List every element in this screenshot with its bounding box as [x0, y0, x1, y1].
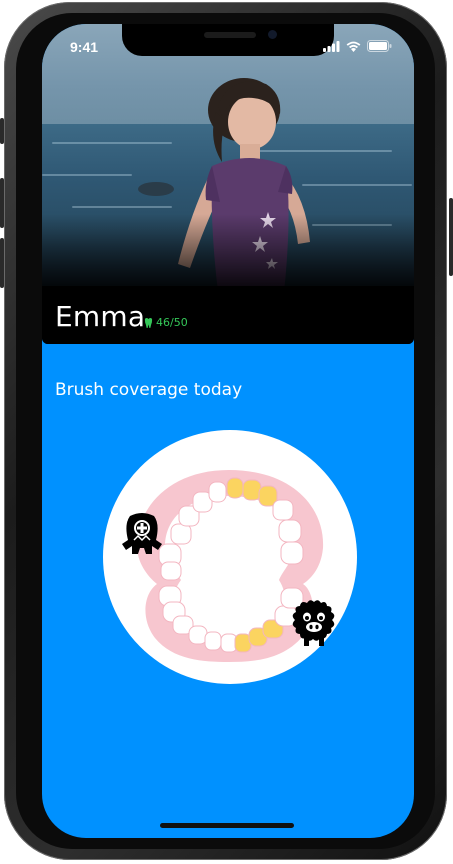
one-eyed-monster-icon	[122, 513, 162, 554]
app-screen: Emma 46/50 9:41 Brush coverage today	[42, 24, 414, 838]
status-icons	[323, 40, 392, 52]
power-button	[449, 198, 453, 276]
coverage-title: Brush coverage today	[55, 380, 243, 400]
fluffy-monster-icon	[292, 600, 335, 646]
volume-down-button	[0, 238, 4, 288]
mute-switch	[0, 118, 4, 144]
tooth-icon	[144, 317, 153, 328]
status-time: 9:41	[70, 39, 99, 55]
wifi-icon	[346, 41, 361, 52]
profile-photo	[42, 24, 414, 344]
child-name: Emma	[55, 300, 146, 333]
cellular-signal-icon	[323, 40, 340, 52]
score-value: 46/50	[156, 316, 188, 329]
notch	[122, 24, 334, 56]
volume-up-button	[0, 178, 4, 228]
battery-icon	[367, 40, 392, 52]
brush-score: 46/50	[144, 316, 188, 329]
home-indicator[interactable]	[160, 823, 294, 828]
